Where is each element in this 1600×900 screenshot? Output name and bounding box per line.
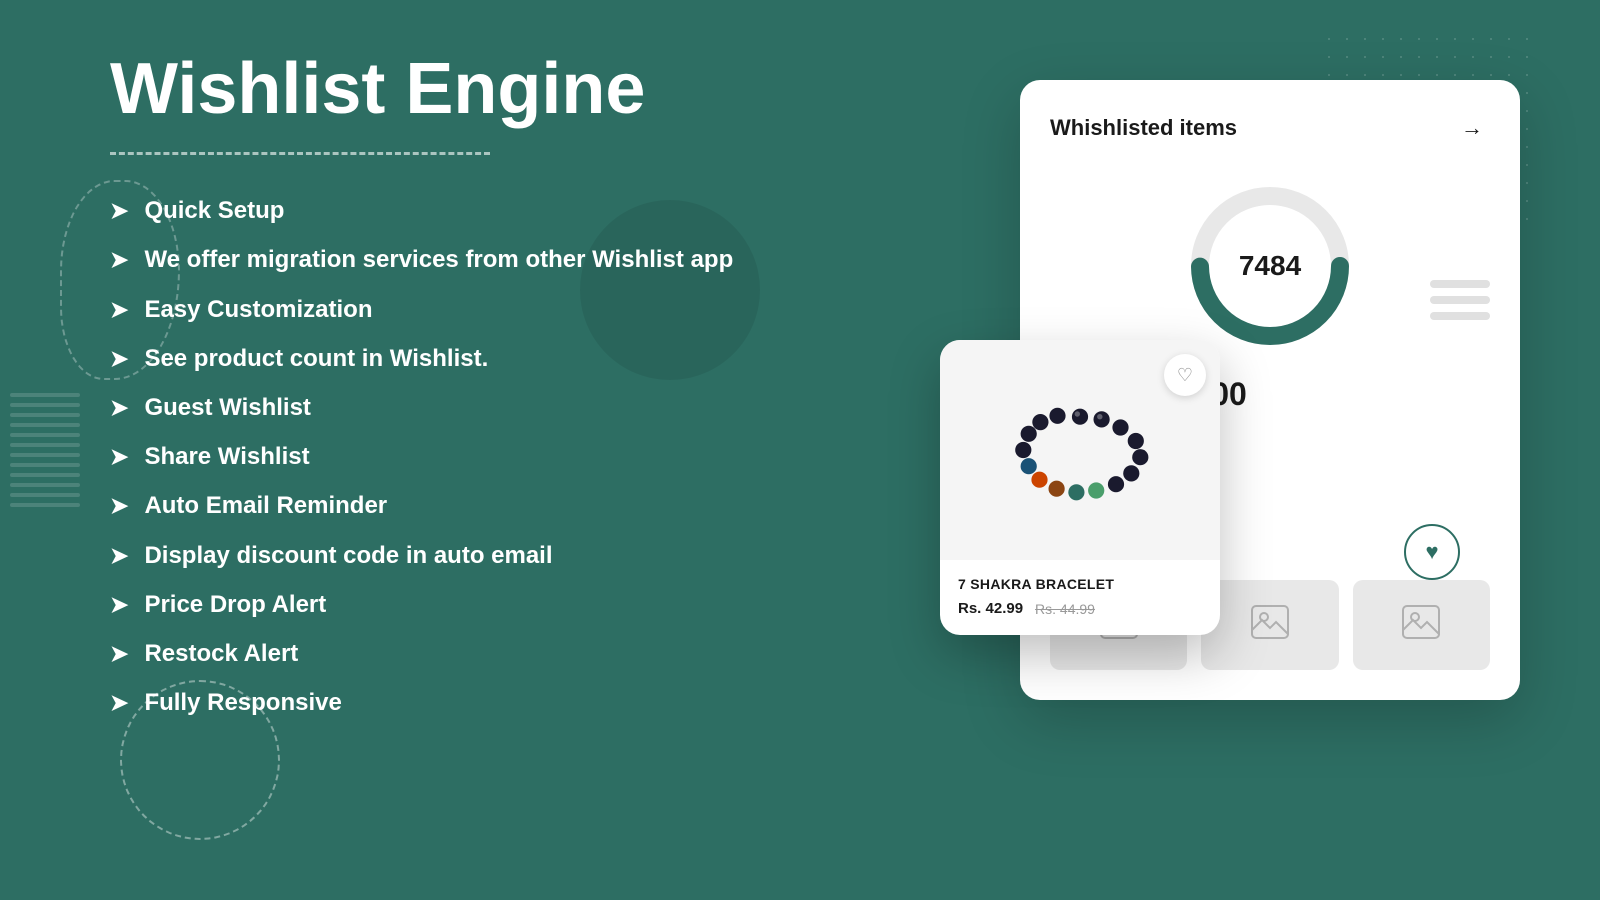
thumbnail-2-icon [1250, 604, 1290, 647]
feature-item-migration: ➤ We offer migration services from other… [110, 244, 790, 275]
dashboard-heart-button[interactable]: ♥ [1404, 524, 1460, 580]
feature-text-price-drop: Price Drop Alert [144, 589, 326, 620]
feature-arrow-responsive: ➤ [110, 689, 128, 718]
feature-text-auto-email: Auto Email Reminder [144, 490, 387, 521]
title-underline [110, 149, 490, 155]
feature-item-guest-wishlist: ➤ Guest Wishlist [110, 392, 790, 423]
feature-arrow-product-count: ➤ [110, 345, 128, 374]
feature-arrow-guest-wishlist: ➤ [110, 394, 128, 423]
thumbnail-3 [1353, 580, 1490, 670]
product-image-container: ♡ [940, 340, 1220, 560]
donut-container: 7484 [1050, 176, 1490, 356]
feature-item-auto-email: ➤ Auto Email Reminder [110, 490, 790, 521]
feature-text-discount-code: Display discount code in auto email [144, 540, 552, 571]
feature-text-responsive: Fully Responsive [144, 687, 341, 718]
dashboard-header: Whishlisted items → [1050, 110, 1490, 146]
bracelet-image [990, 390, 1170, 510]
feature-item-customization: ➤ Easy Customization [110, 294, 790, 325]
feature-item-responsive: ➤ Fully Responsive [110, 687, 790, 718]
feature-item-share-wishlist: ➤ Share Wishlist [110, 441, 790, 472]
features-list: ➤ Quick Setup ➤ We offer migration servi… [110, 195, 790, 718]
feature-text-product-count: See product count in Wishlist. [144, 343, 488, 374]
feature-text-share-wishlist: Share Wishlist [144, 441, 309, 472]
product-info: 7 SHAKRA BRACELET Rs. 42.99 Rs. 44.99 [940, 560, 1220, 635]
feature-item-product-count: ➤ See product count in Wishlist. [110, 343, 790, 374]
dashboard-title: Whishlisted items [1050, 115, 1237, 141]
product-name: 7 SHAKRA BRACELET [958, 576, 1202, 592]
feature-arrow-migration: ➤ [110, 246, 128, 275]
feature-text-migration: We offer migration services from other W… [144, 244, 733, 275]
dashboard-lines [1430, 280, 1490, 320]
feature-item-price-drop: ➤ Price Drop Alert [110, 589, 790, 620]
feature-arrow-restock: ➤ [110, 640, 128, 669]
right-content: Whishlisted items → 7484 7484 / 10000 [940, 60, 1520, 860]
price-current: Rs. 42.99 [958, 600, 1023, 617]
feature-item-discount-code: ➤ Display discount code in auto email [110, 540, 790, 571]
dashboard-arrow-icon[interactable]: → [1454, 110, 1490, 146]
heart-filled-icon: ♥ [1425, 539, 1438, 565]
thumbnail-2 [1201, 580, 1338, 670]
donut-center-value: 7484 [1239, 250, 1301, 282]
page-title: Wishlist Engine [110, 50, 790, 129]
feature-item-restock: ➤ Restock Alert [110, 638, 790, 669]
thumbnail-3-icon [1401, 604, 1441, 647]
feature-arrow-auto-email: ➤ [110, 492, 128, 521]
left-bars [0, 0, 80, 900]
feature-arrow-discount-code: ➤ [110, 542, 128, 571]
donut-chart: 7484 [1180, 176, 1360, 356]
product-card: ♡ 7 SHAKRA BRACELET Rs. 42.99 Rs. 44.99 [940, 340, 1220, 635]
feature-text-customization: Easy Customization [144, 294, 372, 325]
feature-text-quick-setup: Quick Setup [144, 195, 284, 226]
feature-arrow-quick-setup: ➤ [110, 197, 128, 226]
feature-text-restock: Restock Alert [144, 638, 298, 669]
price-original: Rs. 44.99 [1035, 601, 1095, 617]
left-content: Wishlist Engine ➤ Quick Setup ➤ We offer… [110, 50, 790, 718]
feature-arrow-share-wishlist: ➤ [110, 443, 128, 472]
product-prices: Rs. 42.99 Rs. 44.99 [958, 600, 1202, 617]
heart-outline-icon: ♡ [1177, 365, 1193, 386]
feature-arrow-price-drop: ➤ [110, 591, 128, 620]
feature-arrow-customization: ➤ [110, 296, 128, 325]
feature-text-guest-wishlist: Guest Wishlist [144, 392, 310, 423]
feature-item-quick-setup: ➤ Quick Setup [110, 195, 790, 226]
wishlist-heart-button[interactable]: ♡ [1164, 354, 1206, 396]
